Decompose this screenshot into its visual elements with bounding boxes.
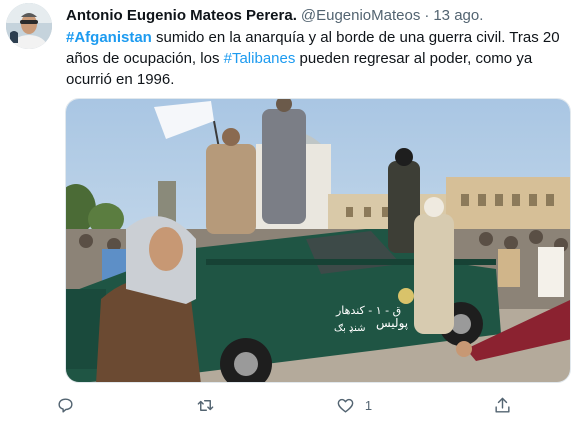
tweet-text-segment: sumido en la anarquía y al borde de una … <box>151 29 560 46</box>
tweet-timestamp[interactable]: 13 ago. <box>433 7 483 24</box>
author-handle[interactable]: @EugenioMateos <box>301 7 420 24</box>
tweet-text-segment: pueden regresar al poder, como ya <box>295 50 533 67</box>
tweet[interactable]: Antonio Eugenio Mateos Perera. @EugenioM… <box>0 0 582 425</box>
photo-scene: ق - ۱ - کندهار پولیس شنډ بګ <box>66 99 570 382</box>
tweet-text-line-3: ocurrió en 1996. <box>66 71 175 88</box>
like-button[interactable]: 1 <box>336 390 372 420</box>
separator-dot: · <box>424 6 430 24</box>
share-icon <box>495 397 510 413</box>
tweet-header: Antonio Eugenio Mateos Perera. @EugenioM… <box>66 5 572 25</box>
like-count: 1 <box>364 397 373 413</box>
tweet-photo[interactable]: ق - ۱ - کندهار پولیس شنډ بګ <box>65 98 571 383</box>
tweet-text-line-2: años de ocupación, los #Talibanes pueden… <box>66 48 571 69</box>
vehicle-text-police: پولیس <box>376 316 408 331</box>
heart-icon <box>337 398 354 413</box>
hashtag-afganistan[interactable]: #Afganistan <box>66 29 152 46</box>
tweet-text-line-1: #Afganistan sumido en la anarquía y al b… <box>66 27 571 48</box>
tweet-text: #Afganistan sumido en la anarquía y al b… <box>66 27 571 90</box>
retweet-icon <box>197 399 214 411</box>
tweet-text-segment: años de ocupación, los <box>66 50 224 67</box>
retweet-button[interactable] <box>196 390 215 420</box>
avatar[interactable] <box>6 3 52 49</box>
reply-button[interactable] <box>56 390 75 420</box>
vehicle-text-3: شنډ بګ <box>334 323 366 334</box>
tweet-actions: 1 <box>56 390 512 420</box>
share-button[interactable] <box>493 390 512 420</box>
avatar-image <box>6 3 52 49</box>
hashtag-talibanes[interactable]: #Talibanes <box>224 50 296 67</box>
author-display-name[interactable]: Antonio Eugenio Mateos Perera. <box>66 7 297 24</box>
reply-icon <box>58 397 73 413</box>
